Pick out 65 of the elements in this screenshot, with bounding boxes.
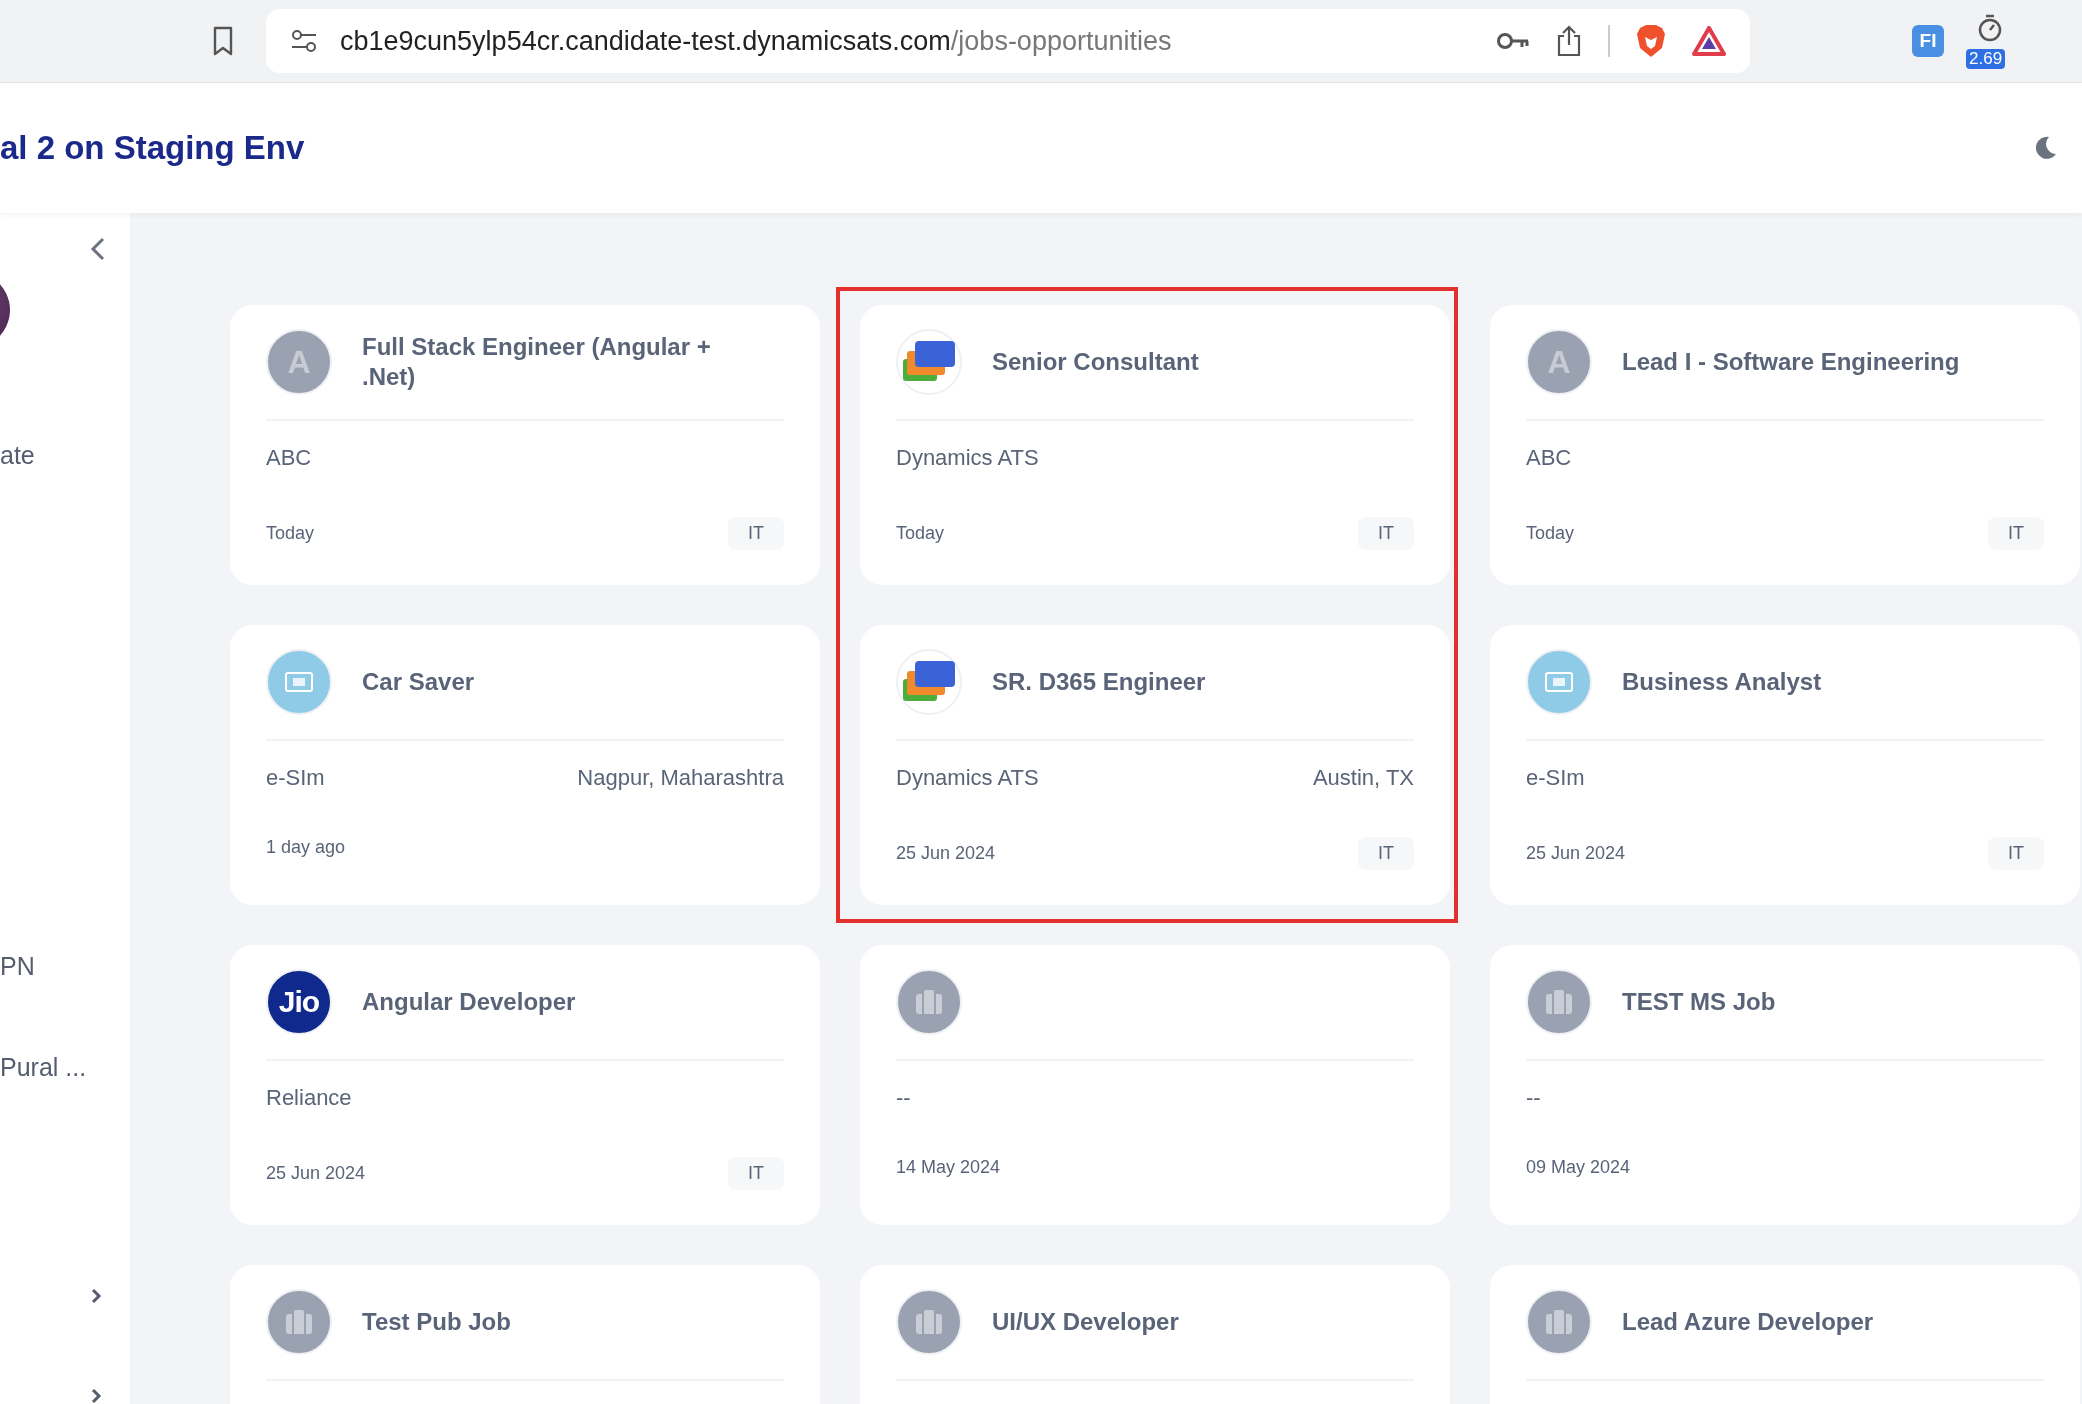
- company-name: --: [896, 1085, 911, 1111]
- bookmark-icon[interactable]: [212, 26, 234, 56]
- job-card[interactable]: -- 14 May 2024: [860, 945, 1450, 1225]
- job-card[interactable]: SR. D365 Engineer Dynamics ATS Austin, TX 25 Jun 2024 IT: [860, 625, 1450, 905]
- sidebar-item[interactable]: PN: [0, 952, 130, 981]
- posted-date: 1 day ago: [266, 837, 346, 858]
- job-title: UI/UX Developer: [992, 1307, 1179, 1337]
- job-card[interactable]: Senior Consultant Dynamics ATS Today IT: [860, 305, 1450, 585]
- posted-date: Today: [266, 523, 315, 544]
- company-name: Dynamics ATS: [896, 765, 1039, 791]
- company-name: e-SIm: [1526, 765, 1585, 791]
- job-title: SR. D365 Engineer: [992, 667, 1206, 697]
- chevron-right-icon[interactable]: [90, 1288, 102, 1304]
- category-tag: IT: [728, 1157, 784, 1190]
- posted-date: 25 Jun 2024: [266, 1163, 366, 1184]
- share-icon[interactable]: [1556, 25, 1582, 57]
- job-card[interactable]: UI/UX Developer: [860, 1265, 1450, 1404]
- url-text: cb1e9cun5ylp54cr.candidate-test.dynamicsats.com/jobs-opportunities: [340, 25, 1173, 57]
- job-card[interactable]: Business Analyst e-SIm 25 Jun 2024 IT: [1490, 625, 2080, 905]
- lion-shield-icon[interactable]: [1636, 24, 1666, 58]
- job-card[interactable]: TEST MS Job -- 09 May 2024: [1490, 945, 2080, 1225]
- collapse-chevron-icon[interactable]: [90, 237, 106, 261]
- posted-date: Today: [1526, 523, 1575, 544]
- extension-icon[interactable]: FI: [1912, 25, 1944, 57]
- job-title: Car Saver: [362, 667, 475, 697]
- category-tag: IT: [728, 517, 784, 550]
- timer-badge: 2.69: [1966, 49, 2006, 69]
- company-logo: Jio: [266, 969, 332, 1035]
- category-tag: IT: [1358, 517, 1414, 550]
- job-title: TEST MS Job: [1622, 987, 1776, 1017]
- job-title: Angular Developer: [362, 987, 576, 1017]
- job-title: Business Analyst: [1622, 667, 1822, 697]
- job-title: Lead Azure Developer: [1622, 1307, 1874, 1337]
- company-name: --: [1526, 1085, 1541, 1111]
- company-name: e-SIm: [266, 765, 325, 791]
- company-name: Dynamics ATS: [896, 445, 1039, 471]
- job-title: Test Pub Job: [362, 1307, 511, 1337]
- job-location: Austin, TX: [1312, 765, 1414, 791]
- sidebar-item[interactable]: Pural ...: [0, 1053, 130, 1082]
- key-icon[interactable]: [1496, 31, 1530, 51]
- posted-date: 14 May 2024: [896, 1157, 1001, 1178]
- address-bar[interactable]: cb1e9cun5ylp54cr.candidate-test.dynamicsats.com/jobs-opportunities: [266, 9, 1750, 73]
- category-tag: IT: [1988, 837, 2044, 870]
- chevron-right-icon[interactable]: [90, 1388, 102, 1404]
- company-name: ABC: [266, 445, 312, 471]
- job-card[interactable]: Jio Angular Developer Reliance 25 Jun 2024 IT: [230, 945, 820, 1225]
- site-settings-icon: [290, 29, 318, 53]
- posted-date: 25 Jun 2024: [896, 843, 996, 864]
- company-name: Reliance: [266, 1085, 352, 1111]
- posted-date: Today: [896, 523, 945, 544]
- triangle-icon[interactable]: [1692, 26, 1726, 56]
- job-location: Nagpur, Maharashtra: [577, 765, 784, 791]
- job-title: Senior Consultant: [992, 347, 1199, 377]
- posted-date: 09 May 2024: [1526, 1157, 1631, 1178]
- company-name: ABC: [1526, 445, 1572, 471]
- app-title: al 2 on Staging Env: [0, 129, 305, 167]
- category-tag: IT: [1358, 837, 1414, 870]
- job-title: Lead I - Software Engineering: [1622, 347, 1960, 377]
- job-title: Full Stack Engineer (Angular + .Net): [362, 332, 712, 392]
- sidebar-item[interactable]: ate: [0, 441, 130, 470]
- job-card[interactable]: Lead Azure Developer: [1490, 1265, 2080, 1404]
- category-tag: IT: [1988, 517, 2044, 550]
- job-card[interactable]: Test Pub Job: [230, 1265, 820, 1404]
- job-card[interactable]: Car Saver e-SIm Nagpur, Maharashtra 1 day ago: [230, 625, 820, 905]
- posted-date: 25 Jun 2024: [1526, 843, 1626, 864]
